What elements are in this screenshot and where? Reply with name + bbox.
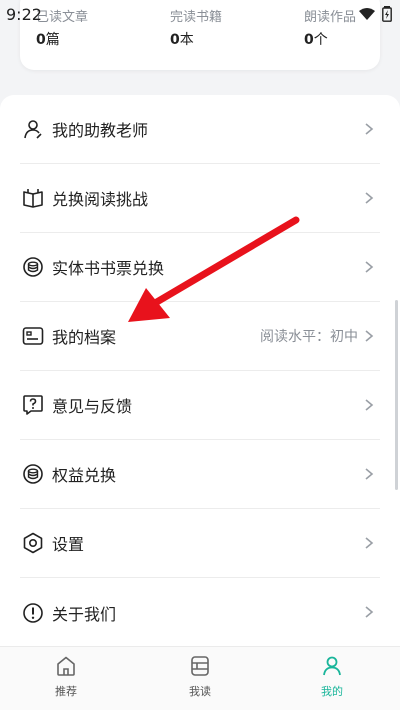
id-card-icon	[22, 325, 44, 347]
home-icon	[26, 655, 106, 679]
chevron-right-icon	[365, 606, 374, 618]
tab-mine[interactable]: 我的	[292, 655, 372, 699]
stat-unit: 本	[179, 32, 194, 48]
person-icon	[22, 118, 44, 140]
menu-item-my-profile[interactable]: 我的档案 阅读水平：初中	[20, 302, 380, 371]
menu-card: 我的助教老师 兑换阅读挑战 实体书书票兑换 我的档案 阅读水平：初中 意见与反馈	[0, 95, 400, 655]
chevron-right-icon	[365, 192, 374, 204]
reading-level-value: 阅读水平：初中	[260, 329, 358, 345]
chevron-right-icon	[365, 123, 374, 135]
menu-item-redeem-reading-challenge[interactable]: 兑换阅读挑战	[20, 164, 380, 233]
coin-stack-icon	[22, 463, 44, 485]
menu-item-label: 关于我们	[52, 604, 117, 624]
status-icons	[358, 6, 392, 22]
wifi-icon	[359, 8, 375, 20]
open-book-icon	[22, 187, 44, 209]
menu-item-label: 兑换阅读挑战	[52, 190, 149, 209]
menu-item-label: 我的助教老师	[52, 121, 149, 140]
menu-item-feedback[interactable]: 意见与反馈	[20, 371, 380, 440]
chevron-right-icon	[365, 330, 374, 342]
tab-my-reading[interactable]: 我读	[160, 655, 240, 699]
menu-item-about-us[interactable]: 关于我们	[20, 578, 380, 647]
menu-item-benefits-redeem[interactable]: 权益兑换	[20, 440, 380, 509]
info-exclaim-icon	[22, 602, 44, 624]
menu-item-label: 我的档案	[52, 328, 117, 347]
chevron-right-icon	[365, 261, 374, 273]
hexagon-settings-icon	[22, 532, 44, 554]
feedback-icon	[22, 394, 44, 416]
chevron-right-icon	[365, 537, 374, 549]
chevron-right-icon	[365, 399, 374, 411]
chevron-right-icon	[365, 468, 374, 480]
tab-label: 我读	[189, 685, 211, 698]
stat-unit: 个	[313, 32, 328, 48]
status-time: 9:22	[6, 5, 42, 24]
profile-icon	[292, 655, 372, 679]
tab-recommend[interactable]: 推荐	[26, 655, 106, 699]
menu-item-assistant-teacher[interactable]: 我的助教老师	[20, 95, 380, 164]
tab-label: 推荐	[55, 685, 77, 698]
menu-item-settings[interactable]: 设置	[20, 509, 380, 578]
coin-stack-icon	[22, 256, 44, 278]
menu-item-label: 权益兑换	[52, 466, 117, 485]
status-bar: 9:22	[0, 0, 400, 28]
menu-item-label: 意见与反馈	[52, 397, 133, 416]
stat-unit: 篇	[45, 32, 60, 48]
battery-icon	[382, 6, 392, 22]
menu-item-label: 设置	[52, 535, 85, 554]
menu-item-label: 实体书书票兑换	[52, 259, 165, 278]
bottom-tab-bar: 推荐 我读 我的	[0, 646, 400, 710]
tab-label: 我的	[321, 685, 343, 698]
stat-count: 0	[170, 32, 180, 48]
menu-item-book-ticket-redeem[interactable]: 实体书书票兑换	[20, 233, 380, 302]
stat-count: 0	[304, 32, 314, 48]
scrollbar[interactable]	[395, 300, 398, 490]
bookshelf-icon	[160, 655, 240, 679]
stat-count: 0	[36, 32, 46, 48]
